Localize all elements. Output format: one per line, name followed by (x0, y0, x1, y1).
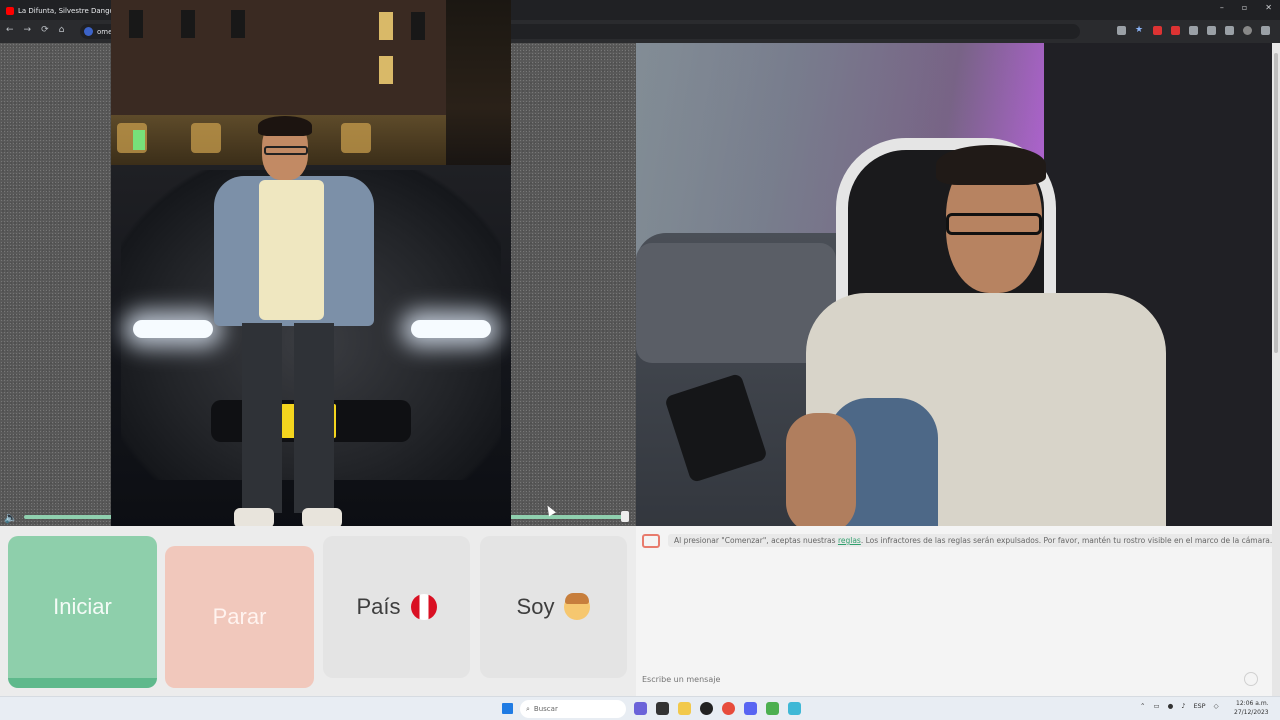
close-window-button[interactable]: ✕ (1265, 3, 1272, 12)
chevron-up-icon[interactable]: ⌃ (1140, 702, 1145, 710)
photo-overlay: 68 (111, 0, 511, 533)
chat-panel: Al presionar "Comenzar", aceptas nuestra… (636, 526, 1279, 696)
scrollbar-thumb[interactable] (1274, 53, 1278, 353)
extension-icon[interactable] (1153, 26, 1162, 35)
minecraft-icon[interactable] (766, 702, 779, 715)
start-button-label: Iniciar (53, 594, 112, 619)
control-panel: Iniciar Parar País Soy (0, 526, 636, 696)
gender-button[interactable]: Soy (480, 536, 627, 678)
home-button[interactable]: ⌂ (59, 25, 65, 35)
discord-icon[interactable] (744, 702, 757, 715)
windows-start-icon[interactable] (502, 703, 513, 714)
menu-icon[interactable] (1261, 26, 1270, 35)
file-explorer-icon[interactable] (678, 702, 691, 715)
stop-button[interactable]: Parar (165, 546, 314, 688)
search-icon: ⌕ (526, 704, 530, 713)
obs-icon[interactable] (700, 702, 713, 715)
tab-title: La Difunta, Silvestre Dangond (18, 6, 123, 15)
message-input[interactable] (640, 670, 1250, 688)
country-button[interactable]: País (323, 536, 470, 678)
streamer-figure (786, 145, 1176, 526)
volume-slider-handle[interactable] (621, 511, 629, 522)
own-camera-video (636, 43, 1272, 526)
clock-time: 12:06 a.m. (1236, 700, 1269, 707)
taskbar-clock[interactable]: 12:06 a.m. 27/12/2023 (1234, 699, 1269, 717)
system-tray: ⌃ ▭ ● ♪ ESP ◇ (1140, 702, 1219, 710)
forward-button[interactable]: → (24, 25, 32, 35)
boy-face-icon (564, 593, 591, 620)
rules-message: Al presionar "Comenzar", aceptas nuestra… (668, 534, 1279, 547)
headlight (411, 320, 491, 338)
puzzle-icon[interactable] (1189, 26, 1198, 35)
network-icon[interactable]: ◇ (1214, 702, 1219, 710)
rules-prefix: Al presionar "Comenzar", aceptas nuestra… (674, 536, 838, 545)
battery-icon[interactable]: ▭ (1153, 702, 1159, 710)
chrome-icon[interactable] (722, 702, 735, 715)
gender-button-label: Soy (516, 594, 555, 619)
reload-button[interactable]: ⟳ (41, 25, 49, 35)
windows-taskbar: ⌕ Buscar ⌃ ▭ ● ♪ ESP ◇ 12:06 a.m. 27/12/… (0, 696, 1280, 720)
search-label: Buscar (533, 705, 558, 713)
back-button[interactable]: ← (6, 25, 14, 35)
rules-link[interactable]: reglas (838, 536, 861, 545)
taskbar-search[interactable]: ⌕ Buscar (520, 700, 626, 718)
notes-icon[interactable] (788, 702, 801, 715)
extension-icon[interactable] (1171, 26, 1180, 35)
youtube-icon (6, 6, 14, 15)
maximize-button[interactable]: ▫ (1242, 3, 1247, 12)
send-icon[interactable] (1244, 672, 1258, 686)
minimize-button[interactable]: – (1220, 3, 1224, 12)
page-scrollbar[interactable] (1272, 43, 1280, 696)
nav-buttons: ← → ⟳ ⌂ (6, 25, 64, 35)
clock-date: 27/12/2023 (1234, 709, 1269, 716)
site-icon (84, 27, 93, 36)
country-button-label: País (356, 594, 401, 619)
stop-button-label: Parar (212, 604, 267, 629)
rules-suffix: . Los infractores de las reglas serán ex… (860, 536, 1273, 545)
mic-icon[interactable]: ● (1168, 702, 1174, 710)
bookmark-star-icon[interactable]: ★ (1135, 26, 1144, 35)
start-button[interactable]: Iniciar (8, 536, 157, 688)
speaker-icon[interactable]: 🔈 (4, 511, 18, 524)
terminal-icon[interactable] (656, 702, 669, 715)
browser-tab[interactable]: La Difunta, Silvestre Dangond (6, 3, 123, 18)
taskbar-apps (634, 702, 801, 715)
profile-avatar-icon[interactable] (1243, 26, 1252, 35)
bot-icon (642, 534, 660, 548)
peru-flag-icon (410, 594, 437, 620)
man-figure (214, 116, 374, 533)
cast-icon[interactable] (1117, 26, 1126, 35)
sidebar-icon[interactable] (1207, 26, 1216, 35)
media-icon[interactable] (1225, 26, 1234, 35)
headlight (133, 320, 213, 338)
extension-icons: ★ (1117, 26, 1270, 35)
speaker-tray-icon[interactable]: ♪ (1181, 702, 1185, 710)
window-controls: – ▫ ✕ (1220, 3, 1272, 12)
widgets-icon[interactable] (634, 702, 647, 715)
language-indicator[interactable]: ESP (1193, 702, 1205, 710)
